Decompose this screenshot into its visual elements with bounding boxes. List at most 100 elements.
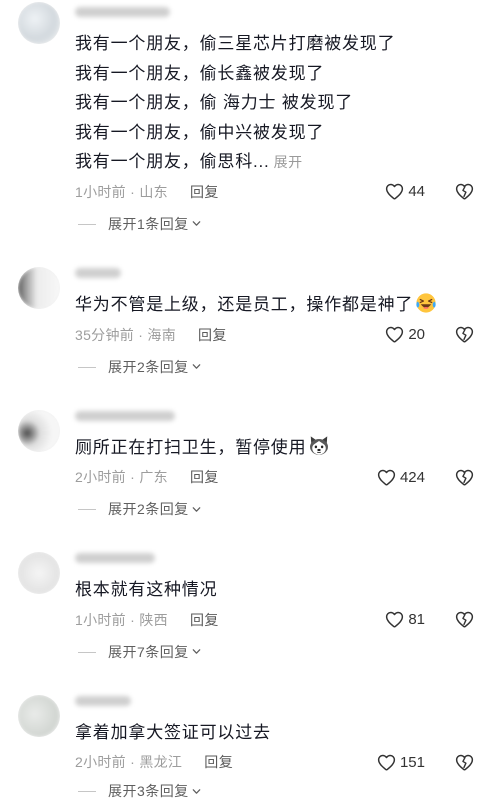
heart-outline-icon <box>376 752 397 773</box>
heart-outline-icon <box>384 609 405 630</box>
divider-dash <box>78 651 96 653</box>
comment-item: 厕所正在打扫卫生，暂停使用 2小时前 · 广东 回复 424 展开2条回复 <box>0 400 495 543</box>
comment-time-location: 35分钟前 · 海南 <box>75 326 177 343</box>
comment-body[interactable]: 根本就有这种情况 <box>75 575 495 605</box>
avatar[interactable] <box>18 2 60 44</box>
comment-meta-row: 1小时前 · 山东 回复 44 <box>75 177 495 207</box>
username[interactable] <box>75 406 495 426</box>
avatar-image <box>18 552 60 595</box>
username[interactable] <box>75 691 495 711</box>
comment-body[interactable]: 我有一个朋友，偷三星芯片打磨被发现了 我有一个朋友，偷长鑫被发现了 我有一个朋友… <box>75 29 495 177</box>
comment-body[interactable]: 华为不管是上级，还是员工，操作都是神了 <box>75 290 495 320</box>
heart-outline-icon <box>384 181 405 202</box>
broken-heart-icon <box>454 467 475 488</box>
broken-heart-icon <box>454 609 475 630</box>
dislike-button[interactable] <box>454 605 475 635</box>
comment-item: 拿着加拿大签证可以过去 2小时前 · 黑龙江 回复 151 展开3条回复 <box>0 685 495 799</box>
like-count: 81 <box>408 611 425 629</box>
heart-outline-icon <box>376 467 397 488</box>
username[interactable] <box>75 548 495 568</box>
avatar[interactable] <box>18 266 60 309</box>
comment-body[interactable]: 厕所正在打扫卫生，暂停使用 <box>75 433 495 463</box>
comment-text-line: 我有一个朋友，偷中兴被发现了 <box>75 122 325 142</box>
avatar-image <box>18 409 60 452</box>
comment-text-line: 我有一个朋友，偷三星芯片打磨被发现了 <box>75 34 396 53</box>
like-button[interactable]: 44 <box>384 177 425 207</box>
comment-body[interactable]: 拿着加拿大签证可以过去 <box>75 718 495 748</box>
comment-text-line: 我有一个朋友，偷长鑫被发现了 <box>75 63 325 83</box>
reply-button[interactable]: 回复 <box>190 467 219 487</box>
expand-replies-button[interactable]: 展开1条回复 <box>75 207 495 241</box>
comment-meta-row: 2小时前 · 黑龙江 回复 151 <box>75 747 495 777</box>
comment-item: 根本就有这种情况 1小时前 · 陕西 回复 81 展开7条回复 <box>0 542 495 685</box>
comment-text-truncated: 我有一个朋友，偷思科... <box>75 152 270 172</box>
comment-item: 我有一个朋友，偷三星芯片打磨被发现了 我有一个朋友，偷长鑫被发现了 我有一个朋友… <box>0 0 495 257</box>
comment-text-line: 我有一个朋友，偷 海力士 被发现了 <box>75 93 354 113</box>
expand-replies-label: 展开1条回复 <box>108 215 189 232</box>
expand-replies-button[interactable]: 展开3条回复 <box>75 777 495 799</box>
username-blurred <box>75 553 155 564</box>
expand-replies-label: 展开2条回复 <box>108 358 189 375</box>
username-blurred <box>75 410 175 421</box>
comment-text-line: 根本就有这种情况 <box>75 580 218 600</box>
comment-text-line: 华为不管是上级，还是员工，操作都是神了 <box>75 290 495 320</box>
divider-dash <box>78 509 96 511</box>
comment-meta-row: 35分钟前 · 海南 回复 20 <box>75 320 495 350</box>
expand-replies-button[interactable]: 展开7条回复 <box>75 635 495 669</box>
like-count: 20 <box>408 326 425 344</box>
expand-replies-label: 展开7条回复 <box>108 643 189 660</box>
avatar[interactable] <box>18 694 60 737</box>
divider-dash <box>78 791 96 793</box>
comment-time-location: 1小时前 · 陕西 <box>75 611 168 628</box>
comment-list: 我有一个朋友，偷三星芯片打磨被发现了 我有一个朋友，偷长鑫被发现了 我有一个朋友… <box>0 0 495 800</box>
heart-outline-icon <box>384 324 405 345</box>
dislike-button[interactable] <box>454 177 475 207</box>
comment-text: 华为不管是上级，还是员工，操作都是神了 <box>75 294 414 314</box>
broken-heart-icon <box>454 181 475 202</box>
expand-replies-button[interactable]: 展开2条回复 <box>75 350 495 384</box>
dislike-button[interactable] <box>454 320 475 350</box>
comment-text: 厕所正在打扫卫生，暂停使用 <box>75 437 307 457</box>
username-blurred <box>75 267 121 278</box>
like-button[interactable]: 81 <box>384 605 425 635</box>
chevron-down-icon <box>191 361 202 372</box>
username-blurred <box>75 7 170 17</box>
like-button[interactable]: 424 <box>376 462 425 492</box>
husky-dog-emoji-icon <box>310 435 329 455</box>
dislike-button[interactable] <box>454 747 475 777</box>
comment-text-line: 我有一个朋友，偷思科... 展开 <box>75 147 495 177</box>
reply-button[interactable]: 回复 <box>190 610 219 630</box>
expand-text-link[interactable]: 展开 <box>274 154 303 170</box>
expand-replies-label: 展开3条回复 <box>108 783 189 800</box>
chevron-down-icon <box>191 786 202 797</box>
dislike-button[interactable] <box>454 462 475 492</box>
comment-meta-row: 1小时前 · 陕西 回复 81 <box>75 605 495 635</box>
comment-time-location: 2小时前 · 广东 <box>75 469 168 486</box>
reply-button[interactable]: 回复 <box>190 182 219 202</box>
like-button[interactable]: 151 <box>376 747 425 777</box>
divider-dash <box>78 366 96 368</box>
comment-text-line: 拿着加拿大签证可以过去 <box>75 722 271 742</box>
reply-button[interactable]: 回复 <box>198 325 227 345</box>
avatar[interactable] <box>18 552 60 595</box>
like-count: 424 <box>399 468 425 486</box>
avatar-image <box>18 266 60 309</box>
comment-time-location: 2小时前 · 黑龙江 <box>75 754 183 771</box>
like-button[interactable]: 20 <box>384 320 425 350</box>
avatar-image <box>18 694 60 737</box>
avatar[interactable] <box>18 409 60 452</box>
username[interactable] <box>75 2 495 22</box>
comment-time-location: 1小时前 · 山东 <box>75 183 168 200</box>
comment-item: 华为不管是上级，还是员工，操作都是神了 35分钟前 · 海南 回复 20 展开2… <box>0 257 495 400</box>
expand-replies-label: 展开2条回复 <box>108 501 189 518</box>
expand-replies-button[interactable]: 展开2条回复 <box>75 492 495 526</box>
username[interactable] <box>75 263 495 283</box>
chevron-down-icon <box>191 646 202 657</box>
like-count: 44 <box>408 183 425 201</box>
reply-button[interactable]: 回复 <box>204 752 233 772</box>
username-blurred <box>75 695 131 706</box>
comment-meta-row: 2小时前 · 广东 回复 424 <box>75 462 495 492</box>
laughing-crying-emoji-icon <box>416 293 436 313</box>
broken-heart-icon <box>454 752 475 773</box>
comment-text-line: 厕所正在打扫卫生，暂停使用 <box>75 433 495 463</box>
